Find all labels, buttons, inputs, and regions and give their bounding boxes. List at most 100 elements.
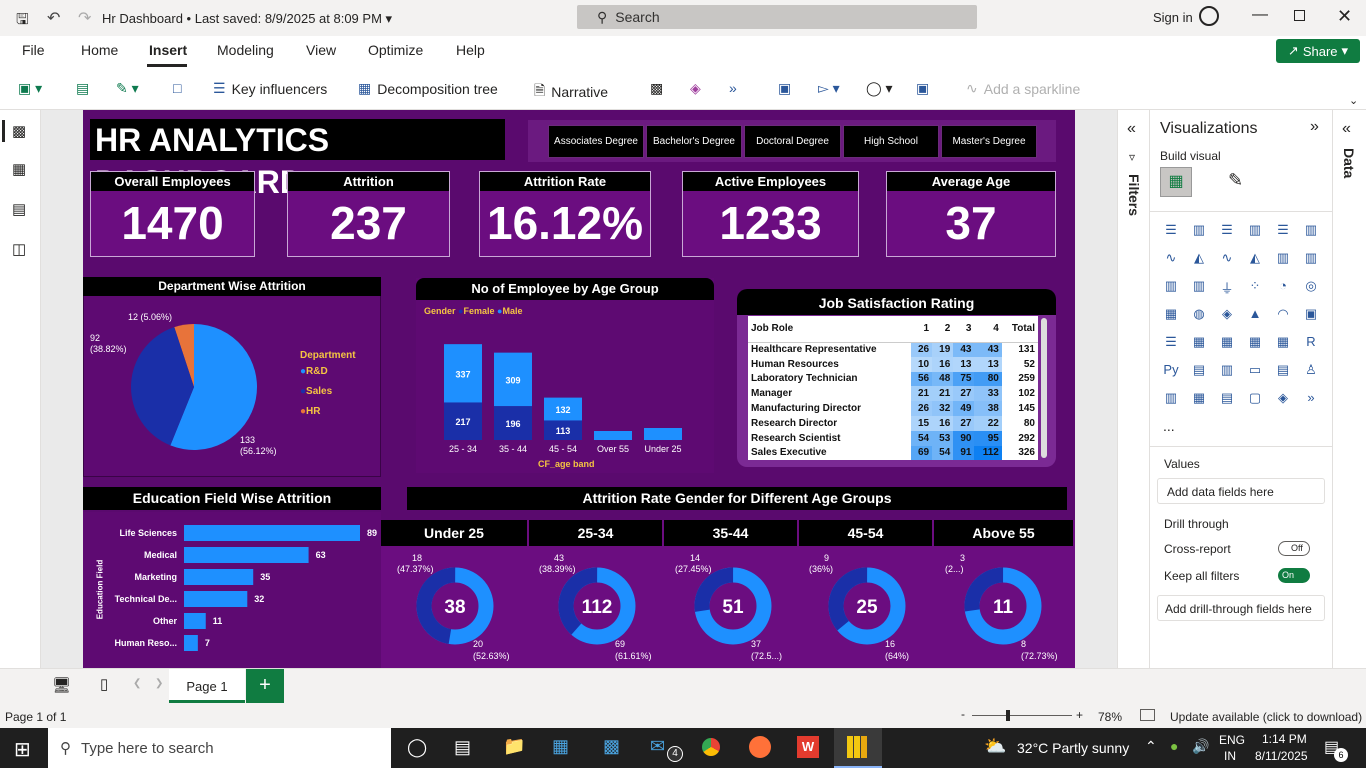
slicer-masters[interactable]: Master's Degree <box>941 125 1037 158</box>
slicer-doctoral[interactable]: Doctoral Degree <box>744 125 841 158</box>
visual-type-icon[interactable]: ◭ <box>1245 250 1265 268</box>
page-tab[interactable]: Page 1 <box>169 669 245 703</box>
shapes-icon[interactable]: ◯ ▾ <box>866 80 893 97</box>
zoom-thumb[interactable] <box>1006 710 1010 721</box>
zoom-in-icon[interactable]: + <box>1076 708 1083 722</box>
update-link[interactable]: Update available (click to download) <box>1170 710 1362 724</box>
visual-type-icon[interactable]: ▥ <box>1161 278 1181 296</box>
menu-optimize[interactable]: Optimize <box>368 42 423 58</box>
new-visual-icon[interactable]: ▤ <box>76 80 89 97</box>
task-view-icon[interactable]: ▤ <box>454 737 471 758</box>
format-visual-icon[interactable]: ✎ <box>1228 170 1243 191</box>
clock-time[interactable]: 1:14 PM <box>1262 732 1307 746</box>
visual-type-icon[interactable]: Py <box>1161 362 1181 380</box>
expand-viz-icon[interactable]: » <box>1310 118 1319 136</box>
visual-type-icon[interactable]: ▦ <box>1161 306 1181 324</box>
table-header-cell[interactable]: 2 <box>932 316 954 343</box>
collapse-data-icon[interactable]: « <box>1342 120 1351 138</box>
weather-text[interactable]: 32°C Partly sunny <box>1017 740 1129 756</box>
slicer-associates[interactable]: Associates Degree <box>548 125 644 158</box>
redo-icon[interactable]: ↷ <box>78 8 91 28</box>
keep-filters-toggle[interactable]: On <box>1278 568 1310 583</box>
windows-start-icon[interactable]: ⊞ <box>14 737 31 762</box>
paginated-icon[interactable]: ▩ <box>650 80 663 97</box>
slicer-high-school[interactable]: High School <box>843 125 939 158</box>
taskbar-search[interactable]: ⚲ Type here to search <box>48 728 391 768</box>
legend-sales[interactable]: ●Sales <box>300 386 332 397</box>
table-row[interactable]: Laboratory Technician 56 48 75 80 259 <box>748 371 1038 387</box>
more-visuals-icon[interactable]: ... <box>1163 418 1175 434</box>
image-icon[interactable]: ▣ <box>916 80 929 97</box>
file-title[interactable]: Hr Dashboard • Last saved: 8/9/2025 at 8… <box>102 11 392 27</box>
legend-rd[interactable]: ●R&D <box>300 366 328 377</box>
visual-type-icon[interactable]: ◍ <box>1189 306 1209 324</box>
visual-type-icon[interactable]: ▣ <box>1301 306 1321 324</box>
visual-type-icon[interactable]: ▦ <box>1217 334 1237 352</box>
table-header-cell[interactable]: 4 <box>974 316 1002 343</box>
table-scrollbar[interactable] <box>1041 318 1047 458</box>
key-influencers-button[interactable]: ☰ Key influencers <box>213 80 327 97</box>
visual-type-icon[interactable]: ☰ <box>1217 222 1237 240</box>
visual-type-icon[interactable]: ∿ <box>1161 250 1181 268</box>
share-button[interactable]: ↗ Share ▾ <box>1276 39 1360 63</box>
menu-file[interactable]: File <box>22 42 45 58</box>
visual-type-icon[interactable]: ☰ <box>1161 334 1181 352</box>
visual-type-icon[interactable]: ▥ <box>1161 390 1181 408</box>
tray-app-icon[interactable]: ● <box>1170 738 1178 754</box>
clock-date[interactable]: 8/11/2025 <box>1255 749 1308 763</box>
visual-type-icon[interactable]: ▥ <box>1301 222 1321 240</box>
collapse-filters-icon[interactable]: « <box>1127 120 1136 138</box>
table-header-cell[interactable]: 1 <box>910 316 933 343</box>
table-header-cell[interactable]: Total <box>1001 316 1038 343</box>
visual-type-icon[interactable]: ◈ <box>1217 306 1237 324</box>
table-header-cell[interactable]: 3 <box>953 316 975 343</box>
prev-page-icon[interactable]: ❮ <box>133 678 141 689</box>
cortana-icon[interactable]: ◯ <box>407 737 427 758</box>
mobile-layout-icon[interactable]: ▯ <box>100 675 108 693</box>
minimize-icon[interactable]: — <box>1252 6 1268 24</box>
table-row[interactable]: Healthcare Representative 26 19 43 43 131 <box>748 342 1038 357</box>
visual-type-icon[interactable]: ◎ <box>1301 278 1321 296</box>
table-row[interactable]: Manufacturing Director 26 32 49 38 145 <box>748 401 1038 416</box>
menu-view[interactable]: View <box>306 42 336 58</box>
kpi-average-age[interactable]: Average Age 37 <box>886 171 1056 257</box>
table-header-cell[interactable]: Job Role <box>748 316 911 343</box>
visual-type-icon[interactable]: ⁘ <box>1245 278 1265 296</box>
zoom-out-icon[interactable]: - <box>961 707 965 721</box>
table-row[interactable]: Sales Executive 69 54 91 112 326 <box>748 445 1038 461</box>
kpi-active-employees[interactable]: Active Employees 1233 <box>682 171 859 257</box>
add-page-button[interactable]: + <box>246 669 284 703</box>
visual-type-icon[interactable]: ▢ <box>1245 390 1265 408</box>
table-view-icon[interactable]: ▦ <box>12 160 26 178</box>
mail-icon[interactable]: ✉ <box>650 736 665 757</box>
kpi-attrition[interactable]: Attrition 237 <box>287 171 450 257</box>
visual-type-icon[interactable]: ▤ <box>1189 362 1209 380</box>
filters-pane[interactable]: « ▿ Filters <box>1117 110 1149 668</box>
model-view-icon[interactable]: ▤ <box>12 200 26 218</box>
table-row[interactable]: Research Director 15 16 27 22 80 <box>748 415 1038 431</box>
tray-expand-icon[interactable]: ⌃ <box>1145 738 1157 755</box>
visual-type-icon[interactable]: ▥ <box>1245 222 1265 240</box>
table-row[interactable]: Human Resources 10 16 13 13 52 <box>748 356 1038 372</box>
next-page-icon[interactable]: ❯ <box>155 678 163 689</box>
visual-type-icon[interactable]: R <box>1301 334 1321 352</box>
visual-type-icon[interactable]: ▭ <box>1245 362 1265 380</box>
undo-icon[interactable]: ↶ <box>47 8 60 28</box>
signin-link[interactable]: Sign in <box>1153 10 1193 25</box>
kpi-overall-employees[interactable]: Overall Employees 1470 <box>90 171 255 257</box>
legend-hr[interactable]: ●HR <box>300 406 321 417</box>
ribbon-collapse-icon[interactable]: ⌄ <box>1349 94 1358 107</box>
store-icon[interactable]: ▦ <box>552 736 569 757</box>
dax-query-icon[interactable]: ◫ <box>12 240 26 258</box>
visual-type-icon[interactable]: ▦ <box>1245 334 1265 352</box>
save-icon[interactable]: 🖫 <box>16 9 29 34</box>
visual-type-icon[interactable]: ◈ <box>1273 390 1293 408</box>
visual-type-icon[interactable]: ▤ <box>1273 362 1293 380</box>
lang-top[interactable]: ENG <box>1219 733 1245 747</box>
kpi-attrition-rate[interactable]: Attrition Rate 16.12% <box>479 171 651 257</box>
firefox-icon[interactable] <box>749 736 771 758</box>
weather-icon[interactable]: ⛅ <box>984 736 1006 757</box>
zoom-slider[interactable] <box>972 715 1072 716</box>
automate-icon[interactable]: » <box>729 80 737 96</box>
table-row[interactable]: Manager 21 21 27 33 102 <box>748 386 1038 402</box>
